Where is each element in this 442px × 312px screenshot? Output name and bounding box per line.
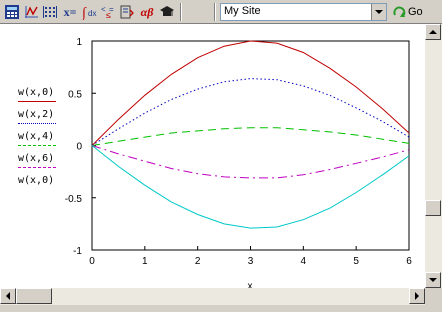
legend-entry: w(x,2) (18, 110, 60, 124)
go-label: Go (408, 6, 423, 18)
vertical-scrollbar[interactable] (425, 24, 442, 288)
horizontal-scroll-thumb[interactable] (16, 288, 52, 304)
legend-line (18, 101, 56, 102)
scroll-down-button[interactable] (425, 272, 441, 288)
legend-entry: w(x,6) (18, 154, 60, 168)
svg-text:dx: dx (88, 9, 96, 18)
chevron-down-icon[interactable] (371, 4, 386, 20)
toolbar: x= ∫ dx < ≤ = αβ My Site Go (0, 0, 442, 24)
scrollbar-corner (425, 288, 442, 305)
legend-label: w(x,0) (18, 87, 55, 98)
x-axis-ticks: 0 1 2 3 4 5 6 (89, 246, 412, 267)
site-dropdown[interactable]: My Site (220, 3, 387, 21)
evaluation-icon[interactable]: x= (60, 3, 80, 21)
legend-line (18, 145, 56, 146)
status-strip (0, 305, 442, 312)
chevron-down-icon (429, 277, 437, 282)
svg-text:∫: ∫ (81, 6, 87, 20)
plot-frame (91, 40, 410, 251)
series-line (91, 127, 410, 146)
graph-icon[interactable] (22, 3, 40, 21)
x-tick-label: 2 (195, 256, 201, 267)
y-tick-label: -0.5 (65, 194, 83, 205)
worksheet[interactable]: 1 0.5 0 -0.5 -1 0 1 2 3 4 5 6 x w(x,0) w(x,2) w(x,… (0, 24, 425, 288)
legend-line (18, 167, 56, 168)
legend-entry: w(x,0) (18, 176, 60, 186)
series-group (91, 40, 410, 229)
vertical-scroll-thumb[interactable] (425, 200, 441, 216)
x-tick-label: 3 (248, 256, 254, 267)
x-tick-label: 4 (301, 256, 307, 267)
toolbar-separator (180, 3, 182, 21)
matrix-icon[interactable] (41, 3, 59, 21)
scroll-up-button[interactable] (425, 24, 441, 40)
symbolic-icon[interactable] (158, 3, 176, 21)
go-arrow-icon (393, 6, 406, 17)
toolbar-separator (214, 3, 216, 21)
legend-label: w(x,2) (18, 109, 55, 120)
legend-entry: w(x,4) (18, 132, 60, 146)
site-dropdown-value: My Site (224, 5, 261, 17)
scroll-left-button[interactable] (0, 288, 16, 304)
calculator-icon[interactable] (3, 3, 21, 21)
plot-region[interactable]: 1 0.5 0 -0.5 -1 0 1 2 3 4 5 6 x (0, 24, 425, 288)
programming-icon[interactable] (118, 3, 136, 21)
series-line (91, 145, 410, 179)
horizontal-scrollbar[interactable] (0, 288, 425, 305)
y-tick-label: 0 (76, 142, 82, 153)
legend-line (18, 123, 56, 124)
greek-icon[interactable]: αβ (137, 3, 157, 21)
legend-label: w(x,0) (18, 175, 55, 186)
series-line (91, 78, 410, 146)
x-tick-label: 5 (353, 256, 359, 267)
boolean-icon[interactable]: < ≤ = (99, 3, 117, 21)
legend-entry: w(x,0) (18, 88, 60, 102)
series-line (91, 40, 410, 146)
x-tick-label: 6 (406, 256, 412, 267)
x-tick-label: 0 (89, 256, 95, 267)
y-tick-label: -1 (73, 246, 82, 257)
series-line (91, 145, 410, 229)
y-tick-label: 1 (76, 37, 82, 48)
y-tick-label: 0.5 (68, 89, 82, 100)
legend-label: w(x,4) (18, 131, 55, 142)
y-axis-ticks: 1 0.5 0 -0.5 -1 (65, 37, 96, 257)
scroll-right-button[interactable] (409, 288, 425, 304)
chevron-up-icon (429, 29, 437, 34)
go-button[interactable]: Go (391, 3, 440, 21)
svg-text:=: = (109, 5, 114, 14)
x-axis-label: x (248, 281, 253, 288)
calculus-icon[interactable]: ∫ dx (80, 3, 98, 21)
chevron-right-icon (414, 292, 419, 300)
chevron-left-icon (5, 292, 10, 300)
x-tick-label: 1 (142, 256, 148, 267)
legend-label: w(x,6) (18, 153, 55, 164)
